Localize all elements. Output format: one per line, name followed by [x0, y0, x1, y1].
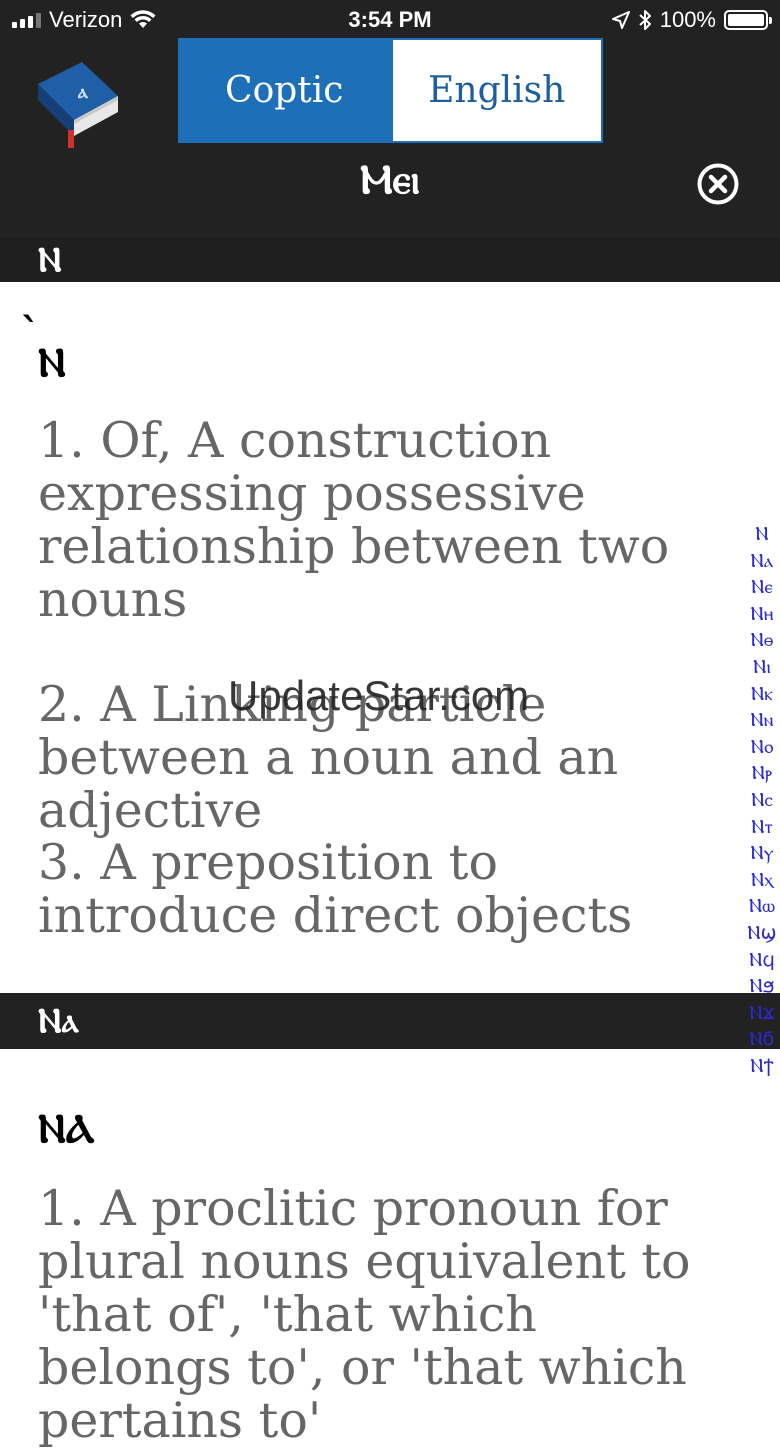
battery-icon — [724, 10, 772, 30]
svg-text:ⲁ: ⲁ — [77, 79, 89, 103]
section-header-na: Ⲛⲁ — [0, 993, 780, 1049]
index-item[interactable]: Ⲛⲟ — [751, 734, 774, 761]
book-icon[interactable]: ⲁ — [28, 56, 120, 152]
index-item[interactable]: Ⲛⲣ — [752, 760, 772, 787]
page-title: Ⲙⲉⲓ — [359, 156, 421, 203]
index-item[interactable]: Ⲛϣ — [747, 920, 776, 947]
index-item[interactable]: Ⲛⲑ — [751, 627, 774, 654]
index-item[interactable]: Ⲛ — [755, 521, 768, 548]
index-item[interactable]: Ⲛⲓ — [753, 654, 771, 681]
entry-word: ⲚⲀ — [38, 1106, 95, 1152]
close-icon[interactable] — [697, 163, 739, 205]
app-header: ⲁ Coptic English Ⲙⲉⲓ Ⲛ — [0, 38, 780, 282]
section-header-n: Ⲛ — [0, 238, 780, 282]
index-item[interactable]: Ⲛϭ — [750, 1026, 775, 1053]
definition-3: 3. A preposition to introduce direct obj… — [38, 834, 633, 944]
language-segmented-control: Coptic English — [178, 38, 603, 143]
index-item[interactable]: Ⲛⲩ — [750, 840, 773, 867]
definition-1: 1. A proclitic pronoun for plural nouns … — [38, 1180, 691, 1449]
index-item[interactable]: Ⲛⲱ — [749, 893, 775, 920]
battery-percent: 100% — [659, 7, 716, 32]
index-item[interactable]: Ⲛⲭ — [751, 867, 773, 894]
index-item[interactable]: Ⲛⲁ — [751, 548, 774, 575]
tab-coptic[interactable]: Coptic — [178, 38, 391, 143]
watermark: UpdateStar.com — [228, 672, 530, 719]
index-item[interactable]: Ⲛⲏ — [751, 601, 774, 628]
status-bar: Verizon 3:54 PM 100% — [0, 0, 780, 38]
index-item[interactable]: Ⲛϧ — [750, 973, 775, 1000]
index-item[interactable]: Ⲛϯ — [750, 1053, 773, 1080]
index-item[interactable]: Ⲛⲥ — [751, 787, 773, 814]
index-item[interactable]: Ⲛϫ — [749, 1000, 774, 1027]
index-item[interactable]: Ⲛⲛ — [751, 707, 774, 734]
definition-1: 1. Of, A construction expressing possess… — [38, 412, 670, 628]
index-item[interactable]: Ⲛϥ — [749, 947, 775, 974]
tab-english[interactable]: English — [390, 38, 603, 143]
index-item[interactable]: Ⲛⲉ — [751, 574, 773, 601]
bluetooth-icon — [639, 10, 651, 30]
section-index[interactable]: Ⲛ Ⲛⲁ Ⲛⲉ Ⲛⲏ Ⲛⲑ Ⲛⲓ Ⲛⲕ Ⲛⲛ Ⲛⲟ Ⲛⲣ Ⲛⲥ Ⲛⲧ Ⲛⲩ Ⲛⲭ Ⲛⲱ Ⲛϣ Ⲛϥ Ⲛϧ Ⲛϫ Ⲛϭ Ⲛ… — [744, 521, 780, 1079]
index-item[interactable]: Ⲛⲕ — [751, 681, 773, 708]
location-arrow-icon — [611, 11, 630, 29]
status-right: 100% — [611, 7, 772, 33]
entry-word: Ⲛ — [38, 340, 66, 386]
index-item[interactable]: Ⲛⲧ — [751, 814, 773, 841]
